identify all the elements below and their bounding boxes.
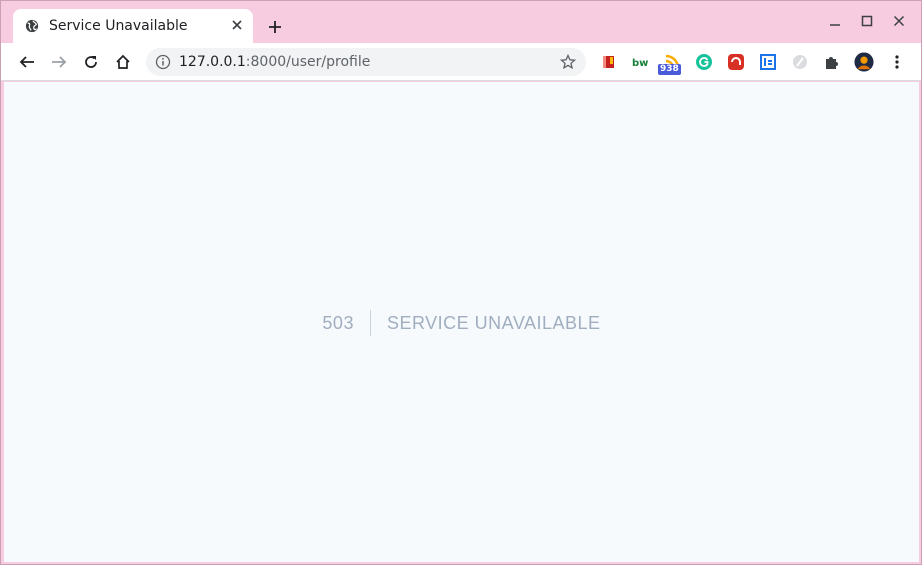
- blue-extension-icon[interactable]: [758, 52, 778, 72]
- tab-title: Service Unavailable: [49, 18, 188, 34]
- new-tab-button[interactable]: [265, 17, 285, 37]
- url-host: 127.0.0.1: [179, 54, 246, 70]
- menu-kebab-icon[interactable]: [887, 52, 907, 72]
- reload-icon[interactable]: [79, 50, 103, 74]
- bw-extension-icon[interactable]: bw: [630, 52, 650, 72]
- minimize-icon[interactable]: [819, 9, 851, 33]
- red-extension-icon[interactable]: [726, 52, 746, 72]
- tab-strip: Service Unavailable: [1, 1, 921, 43]
- bookmark-star-icon[interactable]: [560, 54, 576, 70]
- avatar[interactable]: [854, 52, 874, 72]
- book-extension-icon[interactable]: [598, 52, 618, 72]
- window-controls: [819, 9, 915, 33]
- address-bar[interactable]: 127.0.0.1:8000/user/profile: [146, 48, 586, 76]
- maximize-icon[interactable]: [851, 9, 883, 33]
- tab-close-icon[interactable]: [229, 17, 245, 33]
- back-arrow-icon[interactable]: [15, 50, 39, 74]
- error-text: Service Unavailable: [386, 313, 601, 333]
- browser-toolbar: 127.0.0.1:8000/user/profile bw: [1, 43, 921, 81]
- rss-badge-count: 938: [658, 64, 681, 75]
- grey-extension-icon[interactable]: [790, 52, 810, 72]
- url-text[interactable]: 127.0.0.1:8000/user/profile: [179, 54, 370, 70]
- page-content: 503 Service Unavailable: [4, 82, 919, 562]
- home-icon[interactable]: [111, 50, 135, 74]
- info-icon[interactable]: [155, 54, 171, 70]
- url-path: :8000/user/profile: [245, 54, 371, 70]
- tab-service-unavailable[interactable]: Service Unavailable: [13, 9, 253, 43]
- browser-window: Service Unavailable 127.0.0.1:8000/user/…: [0, 0, 922, 565]
- error-message: 503 Service Unavailable: [4, 310, 919, 336]
- grammarly-extension-icon[interactable]: [694, 52, 714, 72]
- puzzle-icon[interactable]: [822, 52, 842, 72]
- globe-icon: [25, 19, 39, 33]
- svg-text:bw: bw: [632, 58, 648, 69]
- forward-arrow-icon[interactable]: [47, 50, 71, 74]
- error-code: 503: [322, 310, 371, 336]
- close-window-icon[interactable]: [883, 9, 915, 33]
